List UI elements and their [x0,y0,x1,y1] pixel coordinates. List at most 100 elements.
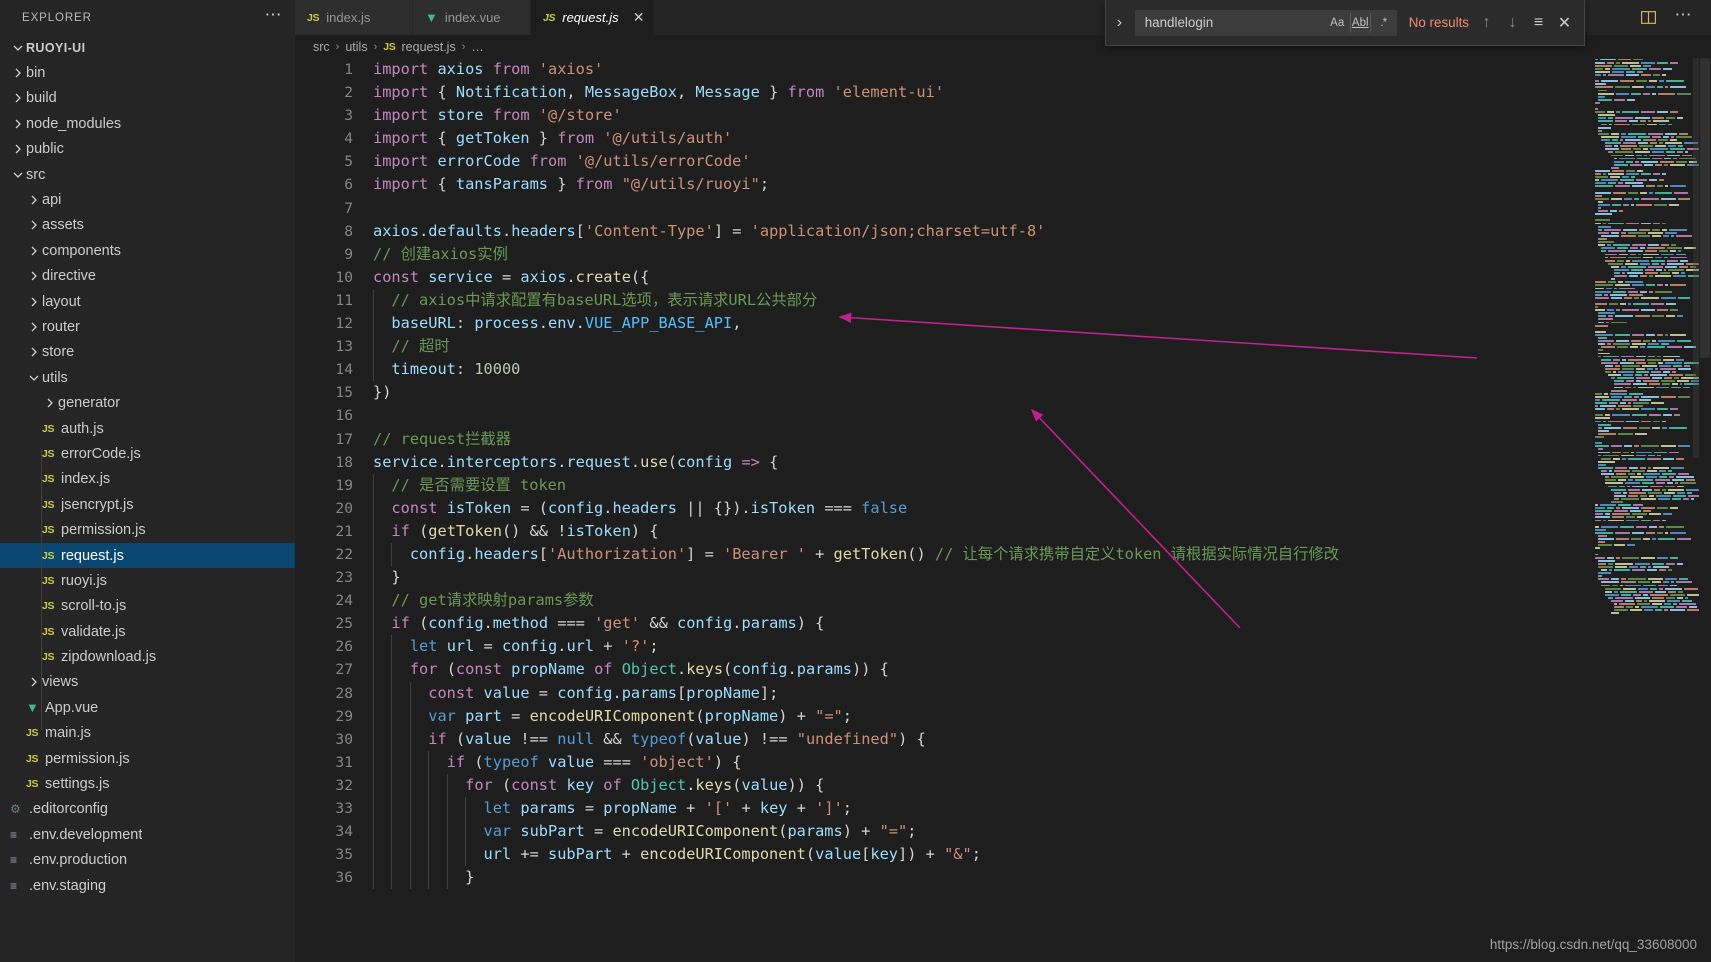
tree-item-auth-js[interactable]: JS auth.js [0,416,295,441]
editor-more-actions-icon[interactable]: ⋯ [1675,6,1694,24]
minimap[interactable] [1591,58,1699,962]
close-find-icon[interactable]: ✕ [1553,11,1576,34]
match-whole-word-icon[interactable]: Abl [1349,12,1371,33]
tree-item-jsencrypt-js[interactable]: JS jsencrypt.js [0,492,295,517]
code-line[interactable]: 17 // request拦截器 [295,428,1711,451]
code-line[interactable]: 13 // 超时 [295,335,1711,359]
find-previous-icon[interactable]: ↑ [1475,11,1498,34]
code-line[interactable]: 31 if (typeof value === 'object') { [295,750,1711,774]
find-next-icon[interactable]: ↓ [1501,11,1524,34]
tree-item-request-js[interactable]: JS request.js [0,542,295,569]
use-regex-icon[interactable]: .* [1373,12,1394,33]
tree-item-index-js[interactable]: JS index.js [0,467,295,492]
code-line[interactable]: 30 if (value !== null && typeof(value) !… [295,727,1711,751]
tree-item--env-production[interactable]: ≡ .env.production [0,848,295,873]
find-input[interactable] [1144,11,1325,34]
minimap-token [1677,367,1691,370]
tree-root-ruoyi-ui[interactable]: RUOYI-UI [0,35,295,60]
tree-item-router[interactable]: router [0,314,295,339]
code-line[interactable]: 15}) [295,381,1711,404]
minimap-token [1630,346,1639,349]
split-editor-icon[interactable] [1640,9,1657,26]
code-line[interactable]: 7 [295,197,1711,220]
tree-item-ruoyi-js[interactable]: JS ruoyi.js [0,568,295,593]
tree-item-assets[interactable]: assets [0,213,295,238]
editor-scrollbar[interactable] [1699,58,1711,962]
tree-item-api[interactable]: api [0,187,295,212]
code-line[interactable]: 19 // 是否需要设置 token [295,473,1711,497]
breadcrumb-part-src[interactable]: src [313,40,330,54]
tab-index-vue[interactable]: ▼ index.vue [413,0,531,35]
tree-item-validate-js[interactable]: JS validate.js [0,619,295,644]
code-line[interactable]: 18 service.interceptors.request.use(confi… [295,451,1711,474]
tree-item--env-development[interactable]: ≡ .env.development [0,822,295,847]
code-line[interactable]: 9 // 创建axios实例 [295,243,1711,266]
tree-item-app-vue[interactable]: ▼ App.vue [0,695,295,720]
code-line[interactable]: 1 import axios from 'axios' [295,58,1711,81]
code-line[interactable]: 29 var part = encodeURIComponent(propNam… [295,704,1711,728]
explorer-more-actions-icon[interactable]: ⋯ [265,6,284,25]
find-in-selection-icon[interactable]: ≡ [1527,11,1550,34]
code-line[interactable]: 20 const isToken = (config.headers || {}… [295,496,1711,520]
find-widget[interactable]: › Aa Abl .* No results ↑ ↓ ≡ ✕ [1105,0,1585,46]
code-line[interactable]: 4 import { getToken } from '@/utils/auth' [295,127,1711,150]
tab-index-js[interactable]: JS index.js [295,0,413,35]
code-line[interactable]: 26 let url = config.url + '?'; [295,635,1711,659]
tab-request-js[interactable]: JS request.js ✕ [531,0,655,35]
find-input-wrapper[interactable]: Aa Abl .* [1134,9,1397,36]
code-line[interactable]: 33 let params = propName + '[' + key + '… [295,797,1711,821]
code-line[interactable]: 3 import store from '@/store' [295,104,1711,127]
tree-item-public[interactable]: public [0,137,295,162]
code-editor[interactable]: 1 import axios from 'axios' 2 import { Noti… [295,58,1711,962]
code-line[interactable]: 5 import errorCode from '@/utils/errorCod… [295,150,1711,173]
code-line[interactable]: 16 [295,404,1711,427]
tree-item-views[interactable]: views [0,670,295,695]
code-line[interactable]: 28 const value = config.params[propName]… [295,681,1711,705]
code-line[interactable]: 32 for (const key of Object.keys(value))… [295,773,1711,797]
tree-item--editorconfig[interactable]: ⚙ .editorconfig [0,797,295,822]
minimap-token [1598,117,1607,120]
scrollbar-thumb[interactable] [1700,58,1710,358]
code-line[interactable]: 6 import { tansParams } from "@/utils/ruo… [295,173,1711,196]
match-case-icon[interactable]: Aa [1327,12,1348,33]
code-line[interactable]: 36 } [295,866,1711,890]
code-line[interactable]: 22 config.headers['Authorization'] = 'Be… [295,542,1711,567]
code-line[interactable]: 25 if (config.method === 'get' && config… [295,612,1711,636]
tree-item-permission-js[interactable]: JS permission.js [0,746,295,771]
toggle-replace-chevron-icon[interactable]: › [1110,8,1129,38]
code-line[interactable]: 27 for (const propName of Object.keys(co… [295,658,1711,682]
tree-item-src[interactable]: src [0,162,295,187]
tree-item-build[interactable]: build [0,86,295,111]
tree-item-directive[interactable]: directive [0,264,295,289]
tree-item-generator[interactable]: generator [0,390,295,415]
code-line[interactable]: 2 import { Notification, MessageBox, Mess… [295,81,1711,104]
code-line[interactable]: 24 // get请求映射params参数 [295,589,1711,613]
breadcrumb-part-utils[interactable]: utils [345,40,367,54]
breadcrumb-part-request-js[interactable]: request.js [402,40,456,54]
tree-item-zipdownload-js[interactable]: JS zipdownload.js [0,644,295,669]
code-content[interactable]: 1 import axios from 'axios' 2 import { Noti… [295,58,1711,962]
code-line[interactable]: 35 url += subPart + encodeURIComponent(v… [295,843,1711,867]
tree-item-errorcode-js[interactable]: JS errorCode.js [0,441,295,466]
close-tab-icon[interactable]: ✕ [630,9,648,27]
code-line[interactable]: 12 baseURL: process.env.VUE_APP_BASE_API… [295,312,1711,336]
code-line[interactable]: 8 axios.defaults.headers['Content-Type'] … [295,220,1711,243]
tree-item-store[interactable]: store [0,340,295,365]
tree-item-permission-js[interactable]: JS permission.js [0,517,295,542]
tree-item-utils[interactable]: utils [0,365,295,390]
tree-item-components[interactable]: components [0,238,295,263]
tree-item-scroll-to-js[interactable]: JS scroll-to.js [0,594,295,619]
code-line[interactable]: 23 } [295,566,1711,590]
tree-item-bin[interactable]: bin [0,60,295,85]
code-line[interactable]: 10 const service = axios.create({ [295,266,1711,289]
tree-item-node_modules[interactable]: node_modules [0,111,295,136]
tree-item-layout[interactable]: layout [0,289,295,314]
code-line[interactable]: 14 timeout: 10000 [295,358,1711,382]
tree-item--env-staging[interactable]: ≡ .env.staging [0,873,295,898]
code-line[interactable]: 34 var subPart = encodeURIComponent(para… [295,820,1711,844]
tree-item-settings-js[interactable]: JS settings.js [0,771,295,796]
code-line[interactable]: 21 if (getToken() && !isToken) { [295,519,1711,543]
code-line[interactable]: 11 // axios中请求配置有baseURL选项，表示请求URL公共部分 [295,288,1711,313]
tree-item-main-js[interactable]: JS main.js [0,721,295,746]
breadcrumb-part-more[interactable]: … [471,40,484,54]
